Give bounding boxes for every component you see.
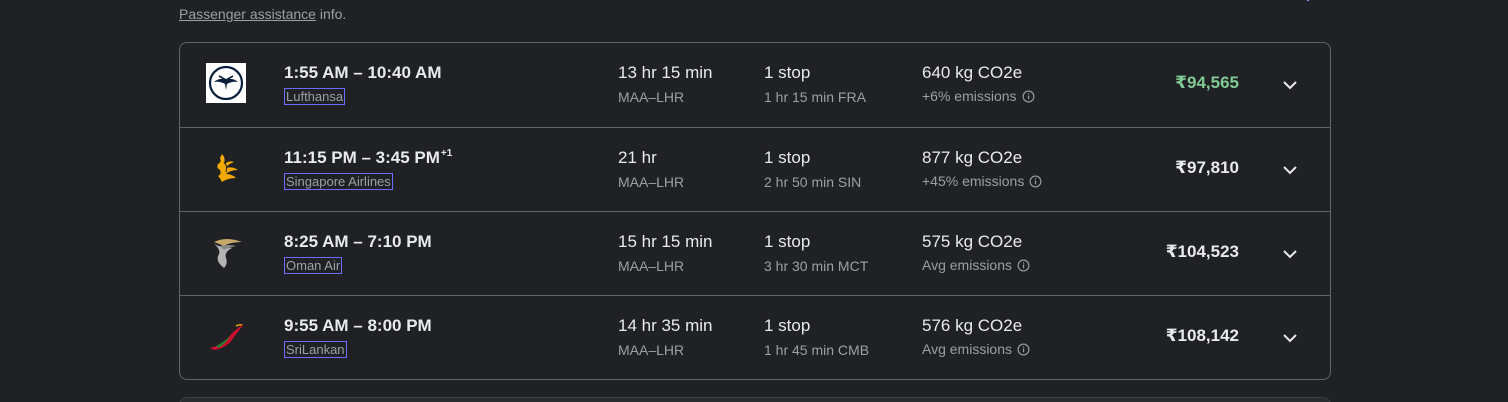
info-icon[interactable]	[1017, 343, 1030, 356]
departure-time: 1:55 AM	[284, 63, 349, 82]
oman-air-logo-icon	[214, 239, 242, 268]
info-icon[interactable]	[1017, 259, 1030, 272]
airline-name: Singapore Airlines	[284, 173, 393, 190]
stop-count: 1 stop	[764, 63, 811, 82]
stop-count: 1 stop	[764, 232, 811, 251]
singapore-airlines-logo-icon	[217, 154, 238, 182]
flight-route: MAA–LHR	[618, 89, 685, 105]
chevron-down-icon	[1283, 334, 1297, 343]
passenger-assistance-suffix: info.	[315, 6, 347, 22]
day-offset: +1	[440, 148, 453, 160]
flight-times: 11:15 PM – 3:45 PM+1	[284, 148, 452, 168]
flight-times: 8:25 AM – 7:10 PM	[284, 232, 433, 252]
arrival-time: 7:10 PM	[367, 232, 432, 251]
airline-name: Oman Air	[284, 257, 343, 274]
layover-info: 3 hr 30 min MCT	[764, 258, 869, 274]
arrival-time: 10:40 AM	[367, 63, 442, 82]
expand-flight-button[interactable]	[1274, 238, 1306, 270]
time-separator: –	[348, 232, 368, 251]
flight-times: 9:55 AM – 8:00 PM	[284, 316, 433, 336]
flight-duration: 13 hr 15 min	[618, 63, 713, 82]
expand-flight-button[interactable]	[1274, 154, 1306, 186]
flight-results-page: Passenger assistance info. 1:55 AM – 10:…	[0, 0, 1508, 402]
time-separator: –	[348, 63, 368, 82]
emissions-label: Avg emissions	[922, 257, 1013, 273]
emissions-comparison: +45% emissions	[922, 173, 1042, 189]
flight-route: MAA–LHR	[618, 258, 685, 274]
srilankan-logo-icon	[210, 323, 244, 350]
flight-results-list: 1:55 AM – 10:40 AM Lufthansa 13 hr 15 mi…	[179, 42, 1331, 380]
co2-amount: 576 kg CO2e	[922, 316, 1023, 335]
flight-price: ₹94,565	[1175, 73, 1239, 92]
arrival-time: 3:45 PM	[375, 148, 440, 167]
next-results-card	[179, 397, 1331, 402]
flight-duration: 14 hr 35 min	[618, 316, 713, 335]
airline-name: Lufthansa	[284, 88, 346, 105]
passenger-assistance-link[interactable]: Passenger assistance	[179, 6, 316, 22]
flight-duration: 15 hr 15 min	[618, 232, 713, 251]
chevron-down-icon	[1283, 250, 1297, 259]
info-icon[interactable]	[1029, 175, 1042, 188]
expand-flight-button[interactable]	[1274, 69, 1306, 101]
departure-time: 11:15 PM	[284, 148, 357, 167]
flight-price: ₹104,523	[1165, 242, 1239, 261]
flight-row[interactable]: 9:55 AM – 8:00 PM SriLankan 14 hr 35 min…	[180, 295, 1330, 379]
arrival-time: 8:00 PM	[367, 316, 432, 335]
co2-amount: 640 kg CO2e	[922, 63, 1023, 82]
flight-row[interactable]: 8:25 AM – 7:10 PM Oman Air 15 hr 15 min …	[180, 211, 1330, 296]
co2-amount: 877 kg CO2e	[922, 148, 1023, 167]
flight-route: MAA–LHR	[618, 342, 685, 358]
emissions-label: +45% emissions	[922, 173, 1025, 189]
layover-info: 1 hr 15 min FRA	[764, 89, 866, 105]
layover-info: 2 hr 50 min SIN	[764, 174, 862, 190]
airline-name: SriLankan	[284, 341, 347, 358]
chevron-down-icon[interactable]	[1301, 0, 1315, 4]
co2-amount: 575 kg CO2e	[922, 232, 1023, 251]
passenger-assistance-line: Passenger assistance info.	[179, 6, 346, 22]
stop-count: 1 stop	[764, 316, 811, 335]
emissions-label: Avg emissions	[922, 341, 1013, 357]
time-separator: –	[348, 316, 368, 335]
flight-row[interactable]: 1:55 AM – 10:40 AM Lufthansa 13 hr 15 mi…	[180, 43, 1330, 127]
departure-time: 8:25 AM	[284, 232, 349, 251]
flight-duration: 21 hr	[618, 148, 657, 167]
lufthansa-logo-icon	[206, 63, 246, 103]
emissions-comparison: Avg emissions	[922, 341, 1030, 357]
stop-count: 1 stop	[764, 148, 811, 167]
flight-price: ₹97,810	[1175, 158, 1239, 177]
flight-times: 1:55 AM – 10:40 AM	[284, 63, 442, 83]
emissions-comparison: +6% emissions	[922, 88, 1035, 104]
expand-flight-button[interactable]	[1274, 322, 1306, 354]
chevron-down-icon	[1283, 81, 1297, 90]
flight-route: MAA–LHR	[618, 174, 685, 190]
chevron-down-icon	[1283, 166, 1297, 175]
emissions-comparison: Avg emissions	[922, 257, 1030, 273]
info-icon[interactable]	[1022, 90, 1035, 103]
layover-info: 1 hr 45 min CMB	[764, 342, 870, 358]
time-separator: –	[356, 148, 376, 167]
emissions-label: +6% emissions	[922, 88, 1017, 104]
flight-row[interactable]: 11:15 PM – 3:45 PM+1 Singapore Airlines …	[180, 127, 1330, 212]
flight-price: ₹108,142	[1165, 326, 1239, 345]
departure-time: 9:55 AM	[284, 316, 349, 335]
